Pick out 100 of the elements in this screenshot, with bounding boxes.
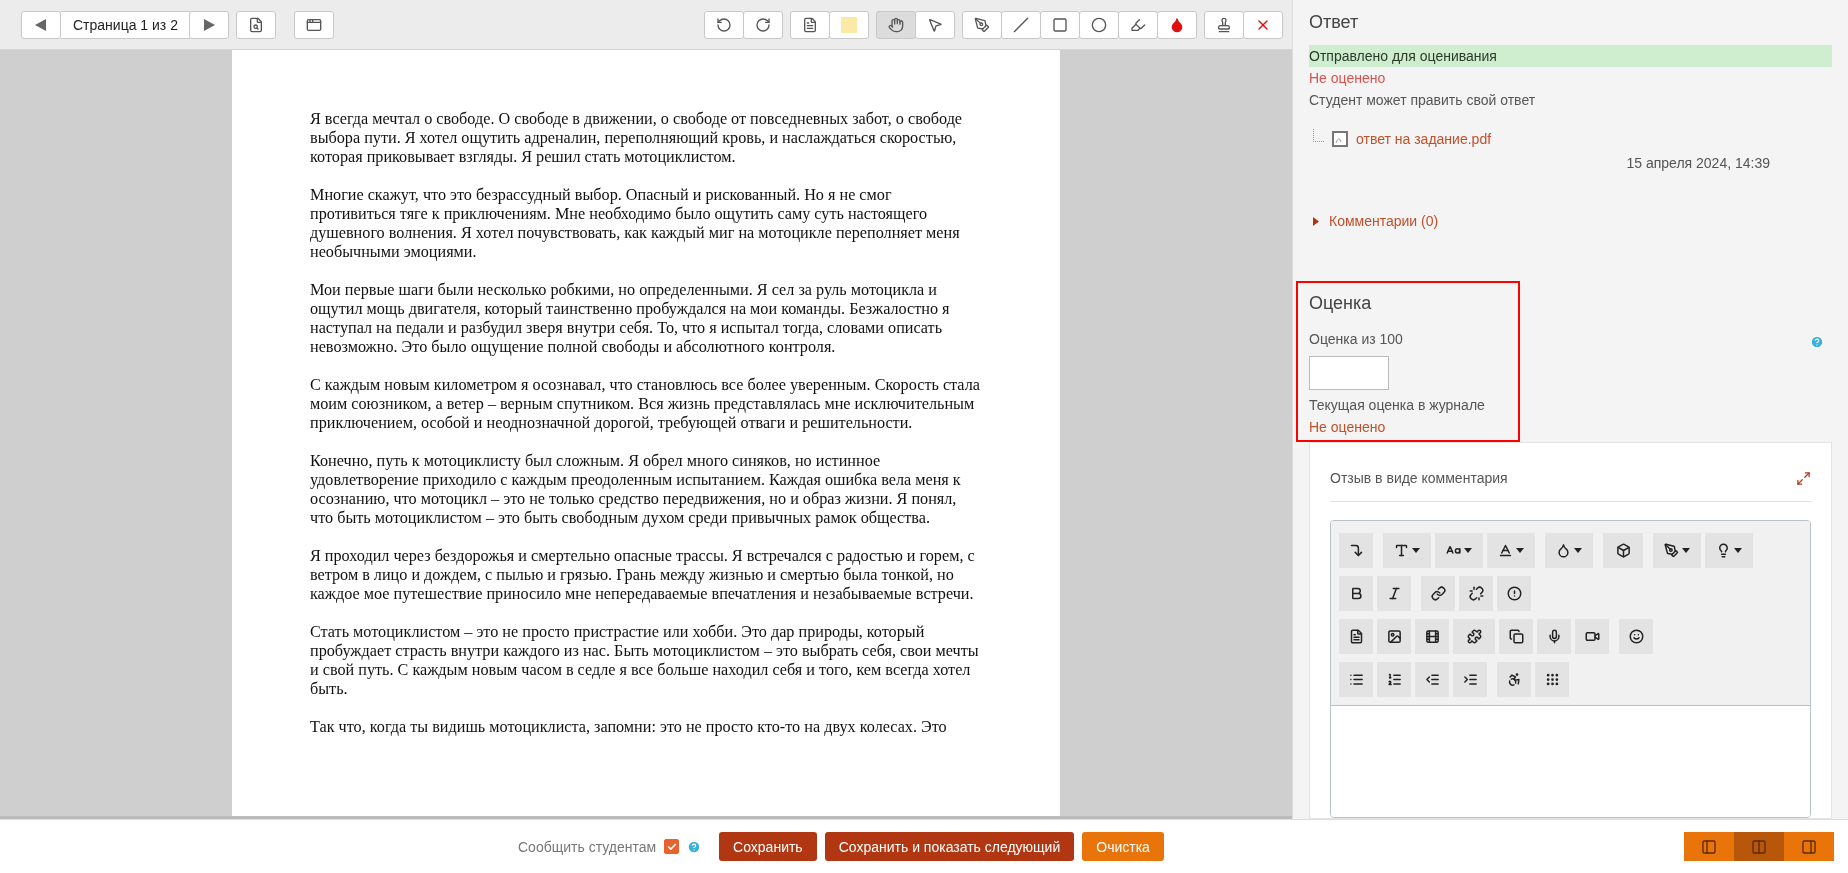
font-button[interactable] <box>1435 533 1483 568</box>
bold-button[interactable] <box>1339 576 1373 611</box>
footer-button[interactable]: Сохранить и показать следующий <box>824 832 1075 861</box>
link-icon <box>1430 586 1446 601</box>
outdent-button[interactable] <box>1415 662 1449 697</box>
footer-button[interactable]: Очистка <box>1082 832 1164 861</box>
current-grade-label: Текущая оценка в журнале <box>1309 396 1486 415</box>
copy-button[interactable] <box>1499 619 1533 654</box>
next-page-button[interactable] <box>188 10 229 39</box>
expand-button[interactable] <box>293 10 334 39</box>
italic-icon <box>1386 586 1402 601</box>
caret-icon <box>1464 548 1472 553</box>
comments-link[interactable]: Комментарии (0) <box>1329 213 1439 229</box>
window-icon <box>305 16 322 33</box>
hint-button[interactable] <box>1705 533 1753 568</box>
document-button[interactable] <box>1339 619 1373 654</box>
pan-tool-button[interactable] <box>876 10 916 39</box>
right-triangle-icon <box>201 17 216 32</box>
doc-paragraph: Я всегда мечтал о свободе. О свободе в движении, о свободе от повседневных забот, о свободе выбора пути. Я хотел ощутить адреналин, переполняющий кровь, и наслаждаться скоростью, которая приковывает взгляды. Я решил стать мотоциклистом. <box>310 110 964 167</box>
rectangle-tool-button[interactable] <box>1040 10 1080 39</box>
text-color-icon <box>1498 543 1513 558</box>
rotate-left-button[interactable] <box>704 10 744 39</box>
comments-button[interactable] <box>790 10 830 39</box>
paragraph-button[interactable] <box>1339 533 1373 568</box>
braille-button[interactable] <box>1535 662 1569 697</box>
link-button[interactable] <box>1421 576 1455 611</box>
record-audio-button[interactable] <box>1537 619 1571 654</box>
right-panel-icon <box>1801 838 1817 855</box>
section-title: Оценка <box>1309 293 1373 314</box>
block-button[interactable] <box>1603 533 1643 568</box>
video-file-icon <box>1424 629 1440 644</box>
highlight-tool-button[interactable] <box>1118 10 1158 39</box>
h5p-button[interactable] <box>1453 619 1495 654</box>
rotate-right-button[interactable] <box>743 10 783 39</box>
layout-button[interactable] <box>1784 832 1834 861</box>
doc-paragraph: Мои первые шаги были несколько робкими, но определенными. Я сел за руль мотоцикла и ощутил мощь двигателя, который таинственно пробуждался на мои команды. Безжалостно я наступал на педали и разбудил зверя внутри себя. То, что я испытал тогда, словами описать невозможно. Это было ощущение полной свободы и абсолютного контроля. <box>310 281 951 357</box>
numbered-list-button[interactable] <box>1377 662 1411 697</box>
page-indicator: Страница 1 из 2 <box>61 10 190 39</box>
document-icon <box>1348 629 1364 644</box>
edit-note: Студент может править свой ответ <box>1309 91 1537 110</box>
alert-button[interactable] <box>1497 576 1531 611</box>
select-tool-button[interactable] <box>915 10 955 39</box>
left-triangle-icon <box>34 17 48 32</box>
circle-tool-button[interactable] <box>1079 10 1119 39</box>
comment-list-icon <box>802 16 818 33</box>
pen-icon <box>1664 543 1679 558</box>
expand-icon[interactable] <box>1796 470 1811 486</box>
text-size-icon <box>1394 543 1409 558</box>
unlink-button[interactable] <box>1459 576 1493 611</box>
previous-page-button[interactable] <box>21 10 61 39</box>
highlighter-icon <box>1130 16 1146 33</box>
indent-button[interactable] <box>1453 662 1487 697</box>
accessibility-button[interactable] <box>1497 662 1531 697</box>
emoji-button[interactable] <box>1619 619 1653 654</box>
background-color-button[interactable] <box>1545 533 1593 568</box>
grade-label: Оценка из 100 <box>1309 330 1404 349</box>
color-picker-button[interactable] <box>1157 10 1197 39</box>
section-title: Ответ <box>1309 12 1360 33</box>
file-date: 15 апреля 2024, 14:39 <box>1625 155 1771 171</box>
layout-button[interactable] <box>1684 832 1734 861</box>
video-camera-icon <box>1584 629 1600 644</box>
stamp-button[interactable] <box>1204 10 1244 39</box>
microphone-icon <box>1546 629 1562 644</box>
feedback-title: Отзыв в виде комментария <box>1330 469 1508 488</box>
two-columns-icon <box>1751 838 1767 855</box>
footer-button[interactable]: Сохранить <box>719 832 817 861</box>
pen-tool-button[interactable] <box>962 10 1002 39</box>
doc-paragraph: Стать мотоциклистом – это не просто пристрастие или хобби. Это дар природы, который пробуждает страсть внутри каждого из нас. Быть мотоциклистом – это выбрать себя, свои мечты и свой путь. С каждым новым часом в седле я все больше находил себя и того, кем всегда хотел быть. <box>310 623 980 699</box>
line-icon <box>1013 16 1029 33</box>
unlink-icon <box>1468 586 1484 601</box>
text-size-button[interactable] <box>1383 533 1431 568</box>
notify-checkbox[interactable] <box>664 839 680 854</box>
bullet-list-icon <box>1348 672 1364 687</box>
block-icon <box>1615 543 1631 558</box>
style-button[interactable] <box>1653 533 1701 568</box>
media-button[interactable] <box>1415 619 1449 654</box>
text-color-button[interactable] <box>1487 533 1535 568</box>
caret-icon <box>1574 548 1582 553</box>
pdf-file-icon <box>1332 131 1348 147</box>
left-panel-icon <box>1701 838 1717 855</box>
color-button[interactable] <box>829 10 869 39</box>
search-button[interactable] <box>235 10 276 39</box>
italic-button[interactable] <box>1377 576 1411 611</box>
grade-input[interactable] <box>1309 356 1389 390</box>
file-link[interactable]: ответ на задание.pdf <box>1356 131 1492 147</box>
puzzle-icon <box>1466 629 1482 644</box>
check-icon <box>666 841 677 852</box>
rotate-left-icon <box>716 16 732 33</box>
doc-paragraph: Я проходил через бездорожья и смертельно опасные трассы. Я встречался с радостью и горем, с ветром в лицо и дождем, с пылью и грязью. Грань между жизнью и смертью была тонкой, но каждое мое путешествие приносило мне непередаваемые впечатления и незабываемые встречи. <box>310 547 976 604</box>
bullet-list-button[interactable] <box>1339 662 1373 697</box>
record-video-button[interactable] <box>1575 619 1609 654</box>
image-icon <box>1386 629 1402 644</box>
rotate-right-icon <box>755 16 771 33</box>
accessibility-icon <box>1506 672 1522 687</box>
image-button[interactable] <box>1377 619 1411 654</box>
color-swatch-icon <box>841 16 857 33</box>
dots-icon <box>1544 672 1560 687</box>
doc-paragraph: Конечно, путь к мотоциклисту был сложным. Я обрел много синяков, но истинное удовлетворение приходило с каждым преодоленным испытанием. Каждая ошибка вела меня к осознанию, что мотоцикл – это не только средство передвижения, но и образ жизни. Я понял, что быть мотоциклистом – это быть свободным духом среди привычных рамок общества. <box>310 452 962 528</box>
hand-icon <box>888 16 904 33</box>
doc-paragraph: Многие скажут, что это безрассудный выбор. Опасный и рискованный. Но я не смог противиться тяге к приключениям. Мне необходимо было ощутить саму суть настоящего душевного волнения. Я хотел почувствовать, как каждый миг на мотоцикле переполняет меня необычными эмоциями. <box>310 186 961 262</box>
